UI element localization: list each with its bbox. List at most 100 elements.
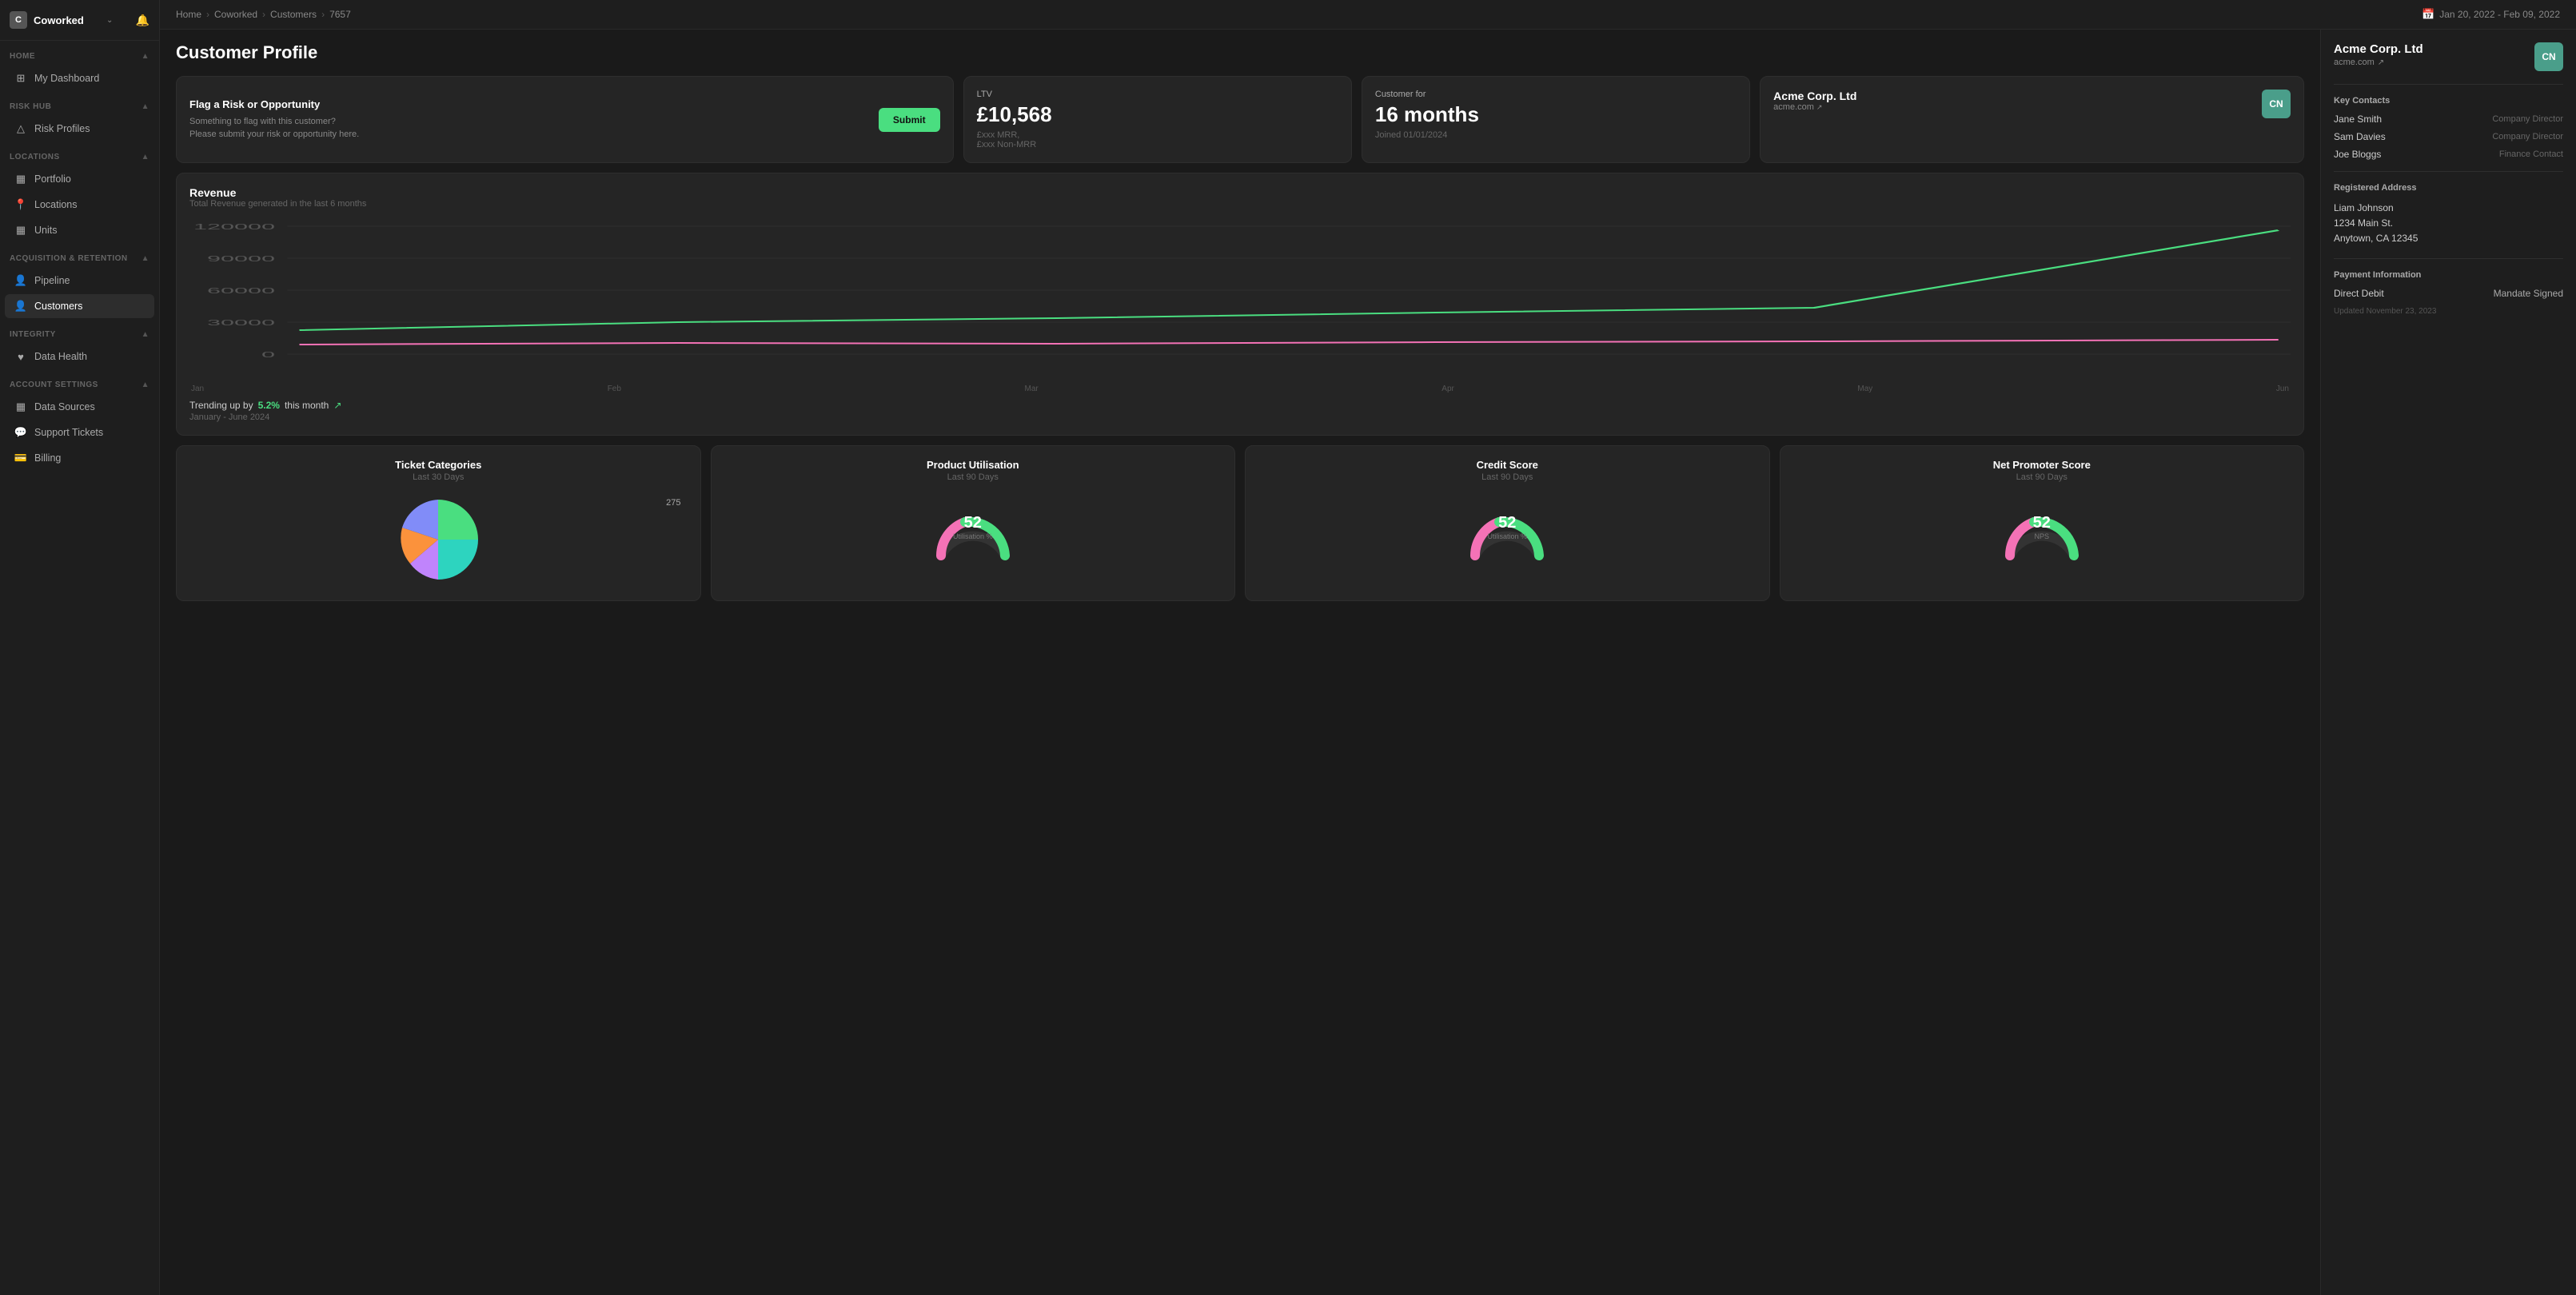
topbar: Home › Coworked › Customers › 7657 📅 Jan… xyxy=(160,0,2576,30)
sidebar-section-locations-label: LOCATIONS xyxy=(10,153,60,161)
x-label-may: May xyxy=(1857,385,1872,393)
breadcrumb-home[interactable]: Home xyxy=(176,9,201,20)
x-label-feb: Feb xyxy=(608,385,621,393)
x-label-jan: Jan xyxy=(191,385,204,393)
ltv-card: LTV £10,568 £xxx MRR, £xxx Non-MRR xyxy=(963,76,1352,163)
flag-desc-line2: Please submit your risk or opportunity h… xyxy=(189,128,359,141)
customers-icon: 👤 xyxy=(14,300,27,313)
contact-role-jane: Company Director xyxy=(2492,114,2563,124)
nps-center: 52 NPS xyxy=(2033,514,2051,540)
ticket-cat-sub: Last 30 Days xyxy=(189,472,688,482)
sidebar-logo-row: C Coworked ⌄ 🔔 xyxy=(0,0,159,41)
company-url-link[interactable]: acme.com xyxy=(2334,58,2375,67)
company-url-row: acme.com ↗ xyxy=(2334,58,2423,67)
content-main: Customer Profile Flag a Risk or Opportun… xyxy=(160,30,2320,1295)
sidebar-item-my-dashboard[interactable]: ⊞ My Dashboard xyxy=(5,66,154,90)
page-title: Customer Profile xyxy=(176,42,2304,63)
contact-role-joe: Finance Contact xyxy=(2499,149,2563,159)
ticket-cat-title: Ticket Categories xyxy=(189,459,688,471)
company-full-name: Acme Corp. Ltd xyxy=(2334,42,2423,56)
sidebar-home-chevron: ▲ xyxy=(142,52,150,61)
breadcrumb-customers[interactable]: Customers xyxy=(270,9,317,20)
address-line1: 1234 Main St. xyxy=(2334,217,2393,229)
company-header: Acme Corp. Ltd acme.com ↗ CN xyxy=(2334,42,2563,71)
sidebar-item-portfolio[interactable]: ▦ Portfolio xyxy=(5,167,154,191)
sidebar-section-integrity[interactable]: INTEGRITY ▲ xyxy=(0,319,159,344)
sidebar-item-pipeline[interactable]: 👤 Pipeline xyxy=(5,269,154,293)
trending-date: January - June 2024 xyxy=(189,412,2291,422)
bottom-cards: Ticket Categories Last 30 Days xyxy=(176,445,2304,601)
customer-for-value: 16 months xyxy=(1375,102,1737,127)
divider2 xyxy=(2334,171,2563,172)
product-utilisation-card: Product Utilisation Last 90 Days 52 xyxy=(711,445,1236,601)
chart-area: 120000 90000 60000 30000 0 xyxy=(189,218,2291,378)
sidebar-item-data-health[interactable]: ♥ Data Health xyxy=(5,345,154,369)
content-area: Customer Profile Flag a Risk or Opportun… xyxy=(160,30,2576,1295)
sidebar-item-label: Billing xyxy=(34,452,61,464)
ltv-sub2: £xxx Non-MRR xyxy=(977,140,1338,149)
sidebar-item-units[interactable]: ▦ Units xyxy=(5,218,154,242)
payment-info-label: Payment Information xyxy=(2334,270,2563,280)
breadcrumb-sep2: › xyxy=(262,9,265,20)
submit-button[interactable]: Submit xyxy=(879,108,940,132)
trending-arrow-icon: ↗ xyxy=(333,400,341,411)
external-link-icon2: ↗ xyxy=(2378,58,2384,67)
sidebar-section-locations[interactable]: LOCATIONS ▲ xyxy=(0,141,159,166)
contact-role-sam: Company Director xyxy=(2492,132,2563,141)
right-panel: Acme Corp. Ltd acme.com ↗ CN Key Contact… xyxy=(2320,30,2576,1295)
revenue-title: Revenue xyxy=(189,186,2291,199)
contact-row-sam: Sam Davies Company Director xyxy=(2334,131,2563,142)
company-avatar: CN xyxy=(2262,90,2291,118)
net-promoter-card: Net Promoter Score Last 90 Days 52 NPS xyxy=(1780,445,2305,601)
payment-status: Mandate Signed xyxy=(2494,288,2563,299)
credit-score-sub: Last 90 Days xyxy=(1258,472,1757,482)
breadcrumb-sep3: › xyxy=(321,9,325,20)
revenue-card: Revenue Total Revenue generated in the l… xyxy=(176,173,2304,436)
org-chevron-icon[interactable]: ⌄ xyxy=(106,16,113,25)
risk-icon: △ xyxy=(14,122,27,135)
sidebar-section-acq-ret[interactable]: ACQUISITION & RETENTION ▲ xyxy=(0,243,159,268)
sidebar-section-risk-hub[interactable]: RISK HUB ▲ xyxy=(0,91,159,116)
sidebar-item-support-tickets[interactable]: 💬 Support Tickets xyxy=(5,420,154,444)
nps-gauge: 52 NPS xyxy=(1793,492,2291,572)
nps-value: 52 xyxy=(2033,514,2051,532)
sidebar-item-label: Support Tickets xyxy=(34,427,103,438)
credit-score-gauge: 52 Utilisation % xyxy=(1258,492,1757,572)
prod-util-label: Utilisation % xyxy=(953,532,993,540)
sidebar-item-customers[interactable]: 👤 Customers xyxy=(5,294,154,318)
flag-desc-line1: Something to flag with this customer? xyxy=(189,115,359,129)
key-contacts-label: Key Contacts xyxy=(2334,96,2563,106)
topbar-right: 📅 Jan 20, 2022 - Feb 09, 2022 xyxy=(2422,8,2560,21)
company-avatar-main: CN xyxy=(2534,42,2563,71)
top-cards-row: Flag a Risk or Opportunity Something to … xyxy=(176,76,2304,163)
sidebar-section-accsettings-label: ACCOUNT SETTINGS xyxy=(10,381,98,389)
sidebar-section-home[interactable]: HOME ▲ xyxy=(0,41,159,66)
contact-row-jane: Jane Smith Company Director xyxy=(2334,114,2563,125)
sidebar-item-risk-profiles[interactable]: △ Risk Profiles xyxy=(5,117,154,141)
sidebar-item-billing[interactable]: 💳 Billing xyxy=(5,446,154,470)
nps-label: NPS xyxy=(2034,532,2049,540)
ltv-label: LTV xyxy=(977,90,1338,99)
sidebar-item-label: Data Sources xyxy=(34,401,95,412)
bell-icon[interactable]: 🔔 xyxy=(136,14,150,27)
sidebar-section-account-settings[interactable]: ACCOUNT SETTINGS ▲ xyxy=(0,369,159,394)
company-url-text: acme.com xyxy=(1773,102,1814,112)
sidebar-accsettings-chevron: ▲ xyxy=(142,381,150,389)
x-label-mar: Mar xyxy=(1024,385,1038,393)
sidebar-item-label: Locations xyxy=(34,199,78,210)
trending-pct: 5.2% xyxy=(258,400,280,411)
sidebar-item-data-sources[interactable]: ▦ Data Sources xyxy=(5,395,154,419)
sidebar-riskhub-chevron: ▲ xyxy=(142,102,150,111)
svg-text:90000: 90000 xyxy=(207,254,275,263)
credit-score-card: Credit Score Last 90 Days 52 Utilisation… xyxy=(1245,445,1770,601)
ticket-count: 275 xyxy=(666,498,680,508)
customer-for-card: Customer for 16 months Joined 01/01/2024 xyxy=(1362,76,1750,163)
breadcrumb-coworked[interactable]: Coworked xyxy=(214,9,257,20)
calendar-icon: 📅 xyxy=(2422,8,2434,21)
address-line2: Anytown, CA 12345 xyxy=(2334,233,2418,244)
x-label-apr: Apr xyxy=(1442,385,1454,393)
sidebar-item-locations[interactable]: 📍 Locations xyxy=(5,193,154,217)
svg-text:120000: 120000 xyxy=(193,222,275,231)
prod-util-value: 52 xyxy=(964,514,982,532)
sidebar-item-label: Units xyxy=(34,225,57,236)
